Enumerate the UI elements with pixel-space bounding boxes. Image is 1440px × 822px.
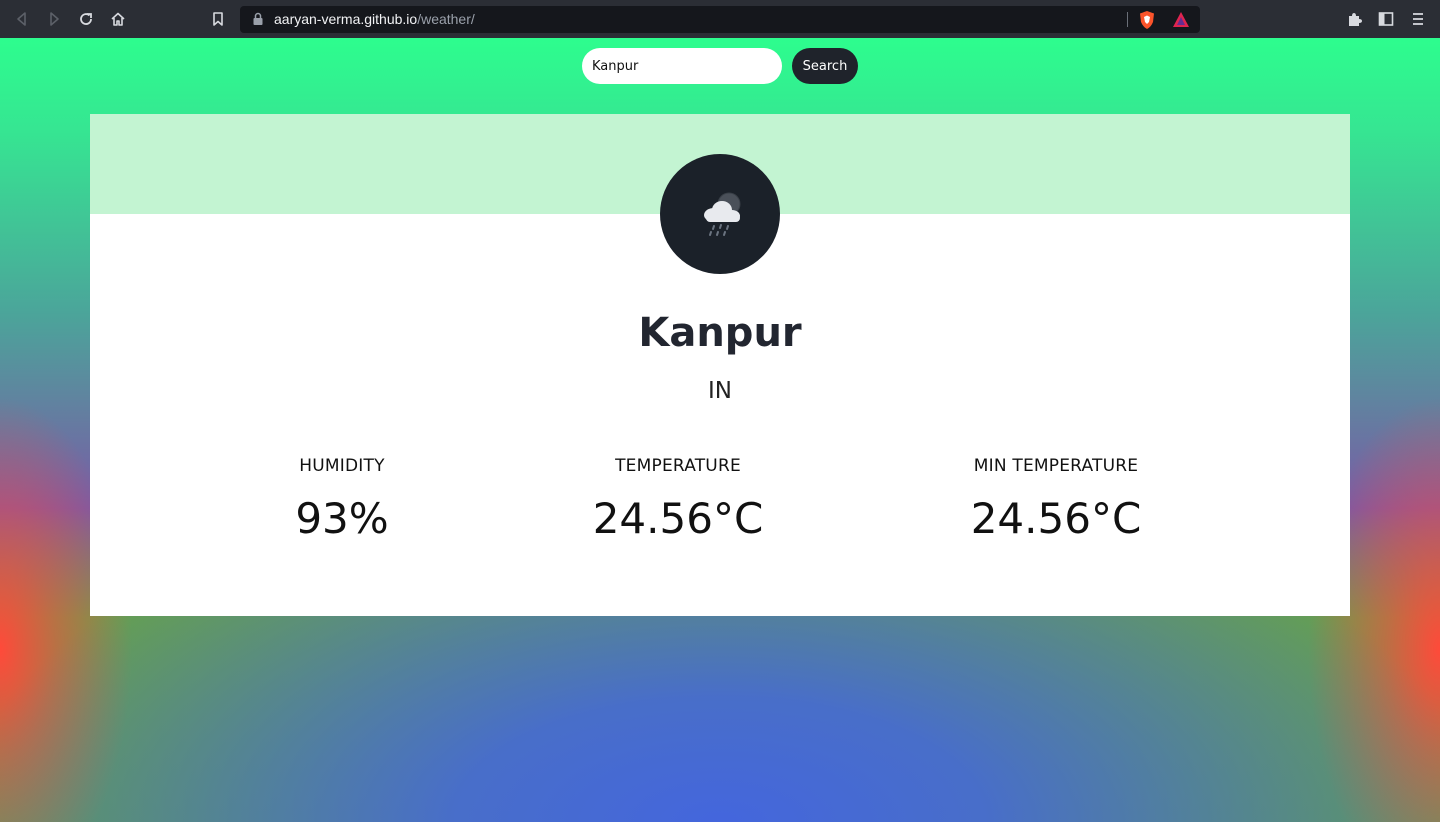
- stat-value: 93%: [295, 494, 389, 543]
- city-name: Kanpur: [638, 310, 802, 356]
- url-path: /weather/: [417, 11, 475, 27]
- min-temperature-stat: MIN TEMPERATURE 24.56°C: [906, 456, 1206, 543]
- temperature-stat: TEMPERATURE 24.56°C: [528, 456, 828, 543]
- url-host: aaryan-verma.github.io: [274, 11, 418, 27]
- bookmark-icon[interactable]: [206, 7, 230, 31]
- search-button[interactable]: Search: [792, 48, 858, 84]
- weather-card: Kanpur IN HUMIDITY 93% TEMPERATURE 24.56…: [90, 114, 1350, 616]
- url-text: aaryan-verma.github.io/weather/: [274, 6, 475, 33]
- extensions-icon[interactable]: [1342, 7, 1366, 31]
- sidebar-icon[interactable]: [1374, 7, 1398, 31]
- stat-label: MIN TEMPERATURE: [973, 456, 1139, 476]
- stat-value: 24.56°C: [970, 494, 1142, 543]
- home-icon[interactable]: [106, 7, 130, 31]
- reload-icon[interactable]: [74, 7, 98, 31]
- menu-icon[interactable]: [1406, 7, 1430, 31]
- stat-value: 24.56°C: [592, 494, 764, 543]
- brave-rewards-icon[interactable]: [1172, 11, 1190, 28]
- back-icon[interactable]: [10, 7, 34, 31]
- country-code: IN: [708, 378, 732, 404]
- url-divider: [1127, 12, 1128, 27]
- rain-cloud-night-icon: [704, 192, 741, 236]
- weather-icon-badge: [660, 154, 780, 274]
- humidity-stat: HUMIDITY 93%: [192, 456, 492, 543]
- browser-toolbar: aaryan-verma.github.io/weather/: [0, 0, 1440, 38]
- lock-icon: [252, 12, 264, 26]
- address-bar[interactable]: aaryan-verma.github.io/weather/: [240, 6, 1200, 33]
- weather-page: Search Kanpur IN: [0, 38, 1440, 822]
- forward-icon[interactable]: [42, 7, 66, 31]
- stat-label: TEMPERATURE: [615, 456, 741, 476]
- brave-shield-icon[interactable]: [1138, 10, 1156, 30]
- search-input[interactable]: [582, 48, 782, 84]
- stat-label: HUMIDITY: [299, 456, 385, 476]
